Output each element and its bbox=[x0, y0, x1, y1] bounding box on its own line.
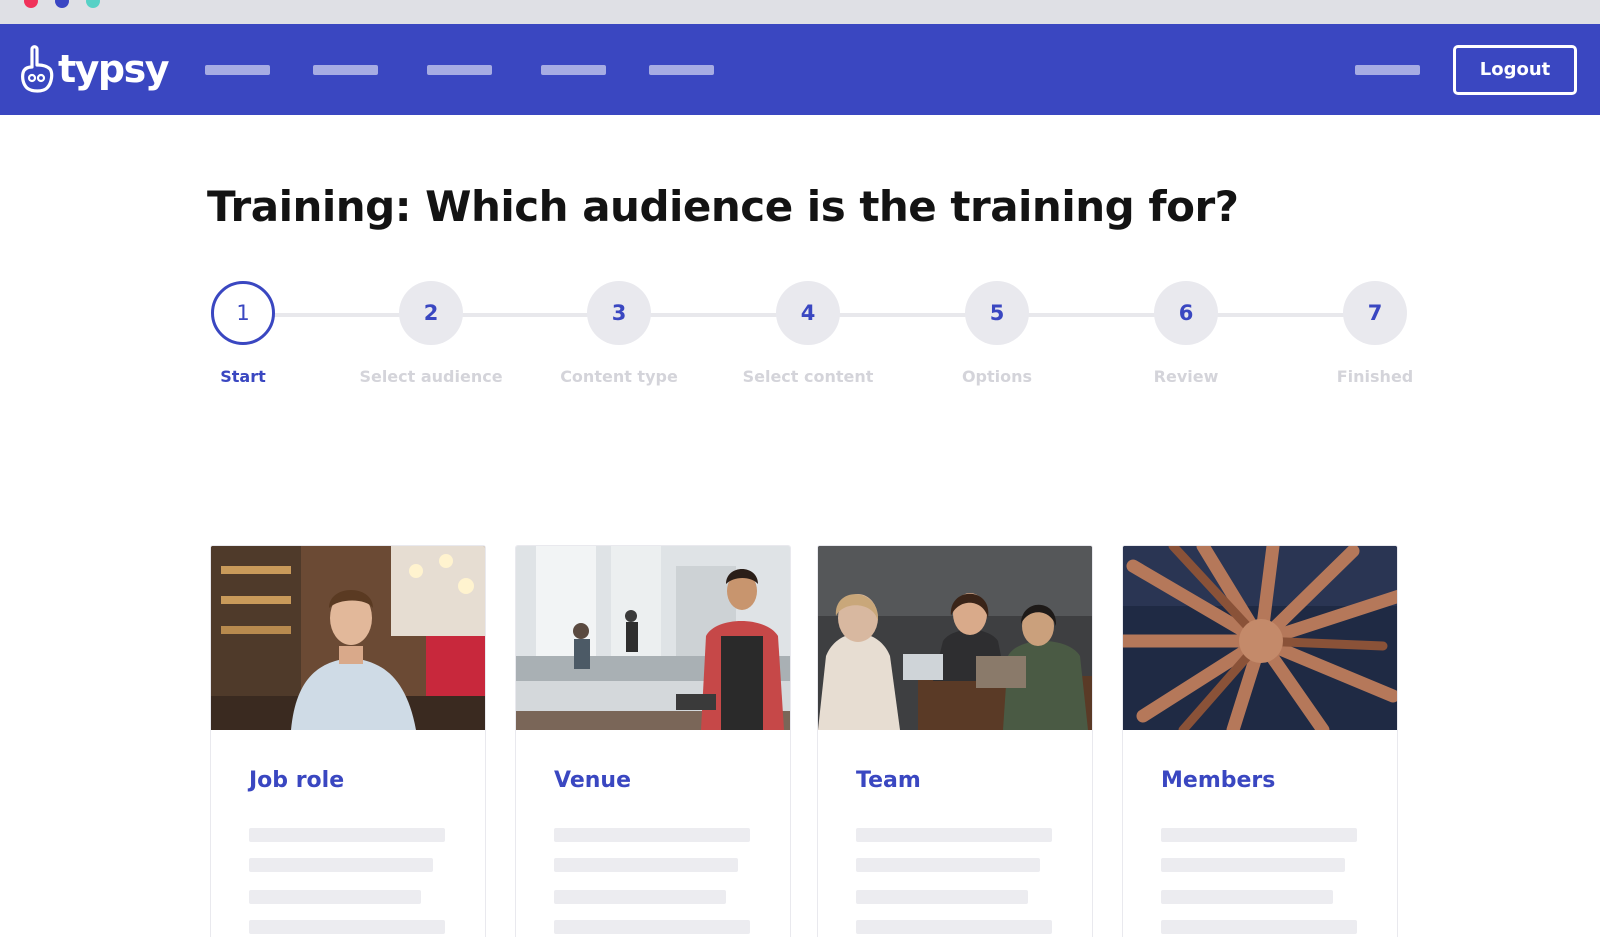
minimize-window-button[interactable] bbox=[55, 0, 69, 8]
brand-name: typsy bbox=[58, 47, 170, 91]
step-6[interactable]: 6 Review bbox=[1106, 281, 1266, 386]
card-title: Job role bbox=[249, 768, 345, 793]
text-placeholder bbox=[554, 920, 750, 934]
top-navbar: typsy Logout bbox=[0, 24, 1600, 115]
hand-logo-icon bbox=[21, 45, 54, 93]
nav-link-placeholder[interactable] bbox=[541, 65, 606, 75]
nav-link-placeholder[interactable] bbox=[313, 65, 378, 75]
step-number: 7 bbox=[1343, 281, 1407, 345]
step-label: Finished bbox=[1336, 367, 1414, 386]
audience-card-members[interactable]: Members bbox=[1122, 545, 1398, 937]
text-placeholder bbox=[1161, 890, 1333, 904]
text-placeholder bbox=[856, 920, 1052, 934]
window-chrome bbox=[0, 0, 1600, 24]
step-7[interactable]: 7 Finished bbox=[1295, 281, 1455, 386]
step-number: 4 bbox=[776, 281, 840, 345]
text-placeholder bbox=[249, 890, 421, 904]
step-2[interactable]: 2 Select audience bbox=[351, 281, 511, 386]
nav-link-placeholder[interactable] bbox=[427, 65, 492, 75]
text-placeholder bbox=[1161, 920, 1357, 934]
audience-card-job-role[interactable]: Job role bbox=[210, 545, 486, 937]
text-placeholder bbox=[856, 890, 1028, 904]
text-placeholder bbox=[249, 858, 433, 872]
step-label: Review bbox=[1153, 367, 1219, 386]
card-title: Venue bbox=[554, 768, 631, 793]
people-at-table-photo bbox=[818, 546, 1092, 730]
card-title: Team bbox=[856, 768, 921, 793]
nav-link-placeholder[interactable] bbox=[205, 65, 270, 75]
text-placeholder bbox=[554, 858, 738, 872]
maximize-window-button[interactable] bbox=[86, 0, 100, 8]
step-label: Content type bbox=[560, 367, 678, 386]
text-placeholder bbox=[1161, 828, 1357, 842]
card-title: Members bbox=[1161, 768, 1276, 793]
step-number: 3 bbox=[587, 281, 651, 345]
step-label: Select content bbox=[742, 367, 874, 386]
step-number: 2 bbox=[399, 281, 463, 345]
text-placeholder bbox=[554, 890, 726, 904]
text-placeholder bbox=[1161, 858, 1345, 872]
text-placeholder bbox=[249, 920, 445, 934]
text-placeholder bbox=[856, 858, 1040, 872]
man-in-restaurant-photo bbox=[211, 546, 485, 730]
nav-link-placeholder[interactable] bbox=[649, 65, 714, 75]
account-link-placeholder[interactable] bbox=[1355, 65, 1420, 75]
step-5[interactable]: 5 Options bbox=[917, 281, 1077, 386]
page-title: Training: Which audience is the training… bbox=[207, 182, 1239, 231]
text-placeholder bbox=[554, 828, 750, 842]
step-number: 1 bbox=[211, 281, 275, 345]
close-window-button[interactable] bbox=[24, 0, 38, 8]
audience-card-team[interactable]: Team bbox=[817, 545, 1093, 937]
logout-button[interactable]: Logout bbox=[1453, 45, 1577, 95]
text-placeholder bbox=[249, 828, 445, 842]
audience-card-venue[interactable]: Venue bbox=[515, 545, 791, 937]
step-number: 6 bbox=[1154, 281, 1218, 345]
step-label: Options bbox=[961, 367, 1033, 386]
hands-together-photo bbox=[1123, 546, 1397, 730]
brand-logo[interactable]: typsy bbox=[20, 44, 170, 94]
text-placeholder bbox=[856, 828, 1052, 842]
step-number: 5 bbox=[965, 281, 1029, 345]
step-1[interactable]: 1 Start bbox=[163, 281, 323, 386]
step-3[interactable]: 3 Content type bbox=[539, 281, 699, 386]
barista-at-counter-photo bbox=[516, 546, 790, 730]
step-label: Start bbox=[220, 367, 266, 386]
step-label: Select audience bbox=[359, 367, 503, 386]
step-4[interactable]: 4 Select content bbox=[728, 281, 888, 386]
